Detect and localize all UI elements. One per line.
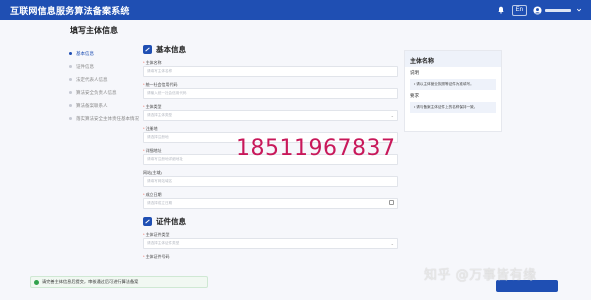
required-marker: *: [143, 82, 145, 87]
avatar-icon: [533, 5, 542, 15]
chevron-down-icon: [574, 6, 583, 15]
section-title: 证件信息: [156, 216, 186, 226]
establish-date-picker[interactable]: 请选择成立日期: [143, 198, 398, 209]
watermark: 知乎 @万事皆有缘: [424, 268, 537, 283]
entity-type-select[interactable]: 请选择主体类型 ⌄: [143, 110, 398, 121]
toast-text: 请完善主体信息后提交，审核通过后可进行算法备案: [42, 279, 139, 284]
field-label: 主体证件类型: [145, 232, 170, 237]
help-panel-header: 主体名称: [405, 51, 501, 67]
credit-code-input[interactable]: 请输入统一社会信用代码: [143, 88, 398, 99]
entity-name-input[interactable]: 请填写主体名称: [143, 66, 398, 77]
bullet-dot: [69, 91, 72, 94]
help-description-text: • 请以主体营业执照等证件为准填写。: [410, 79, 496, 90]
user-name-placeholder: [545, 8, 571, 12]
phone-number-overlay: 18511967837: [236, 136, 396, 161]
section-navigation: 基本信息 证件信息 法定代表人信息 算法安全负责人信息 算法备案联系人 落实算法…: [66, 47, 139, 125]
bullet-dot: [69, 65, 72, 68]
bullet-dot: [69, 117, 72, 120]
required-marker: *: [143, 232, 145, 237]
edit-icon: [143, 44, 152, 54]
section-title: 基本信息: [156, 44, 186, 54]
required-marker: *: [143, 60, 145, 65]
bullet-dot: [69, 78, 72, 81]
chevron-down-icon: ⌄: [390, 113, 394, 118]
notification-toast: 请完善主体信息后提交，审核通过后可进行算法备案: [30, 276, 208, 288]
topbar-actions: En: [497, 4, 583, 16]
help-description-label: 说明: [410, 70, 419, 75]
sidebar-item-basic-info[interactable]: 基本信息: [66, 47, 138, 60]
edit-icon: [143, 216, 152, 226]
field-credit-code: *统一社会信用代码 请输入统一社会信用代码: [143, 82, 398, 99]
sidebar-item-label: 算法备案联系人: [76, 102, 108, 108]
required-marker: *: [143, 104, 145, 109]
sidebar-item-legal-representative[interactable]: 法定代表人信息: [66, 73, 138, 86]
required-marker: *: [143, 192, 145, 197]
field-label: 统一社会信用代码: [145, 82, 178, 87]
input-placeholder: 请填写主体名称: [147, 69, 173, 73]
sidebar-item-label: 证件信息: [76, 63, 94, 69]
help-requirement-label: 要求: [410, 93, 419, 98]
chevron-down-icon: ⌄: [390, 241, 394, 246]
required-marker: *: [143, 148, 145, 153]
input-placeholder: 请填写网站域名: [147, 179, 173, 183]
help-panel: 主体名称 说明 • 请以主体营业执照等证件为准填写。 要求 • 请与备案主体证件…: [404, 50, 502, 132]
input-placeholder: 请填写注册地详细地址: [147, 157, 183, 161]
field-label: 主体证件号码: [145, 254, 170, 259]
sidebar-item-responsibility[interactable]: 落实算法安全主体责任基本情况: [66, 112, 139, 125]
app-title: 互联网信息服务算法备案系统: [10, 6, 130, 16]
input-placeholder: 请选择主体类型: [147, 113, 173, 117]
required-marker: *: [143, 254, 145, 259]
field-certificate-type: *主体证件类型 请选择主体证件类型 ⌄: [143, 232, 398, 249]
field-label: 主体名称: [145, 60, 162, 65]
sidebar-item-label: 法定代表人信息: [76, 76, 108, 82]
help-panel-title: 主体名称: [410, 59, 435, 65]
bullet-dot: [69, 104, 72, 107]
field-label: 注册地: [145, 126, 158, 131]
help-requirement-text: • 请与备案主体证件上的名称保持一致。: [410, 102, 496, 113]
input-placeholder: 请选择主体证件类型: [147, 241, 180, 245]
bullet-dot: [69, 52, 72, 55]
field-label: 主体类型: [145, 104, 162, 109]
page-title: 填写主体信息: [70, 26, 118, 35]
sidebar-item-label: 基本信息: [76, 50, 94, 56]
field-establish-date: *成立日期 请选择成立日期: [143, 192, 398, 209]
field-label: 网站(主域): [143, 170, 162, 175]
sidebar-item-label: 算法安全负责人信息: [76, 89, 117, 95]
field-certificate-number: *主体证件号码: [143, 254, 398, 260]
field-label: 详细地址: [145, 148, 162, 153]
website-domain-input[interactable]: 请填写网站域名: [143, 176, 398, 187]
bell-icon[interactable]: [497, 6, 506, 15]
sidebar-item-certificate-info[interactable]: 证件信息: [66, 60, 138, 73]
sidebar-item-security-officer[interactable]: 算法安全负责人信息: [66, 86, 138, 99]
input-placeholder: 请选择注册地: [147, 135, 169, 139]
language-switch-button[interactable]: En: [511, 4, 527, 16]
sidebar-item-label: 落实算法安全主体责任基本情况: [76, 115, 139, 121]
success-icon: [34, 279, 39, 285]
section-header-certificate-info: 证件信息: [143, 214, 398, 228]
field-entity-name: *主体名称 请填写主体名称: [143, 60, 398, 77]
field-label: 成立日期: [145, 192, 162, 197]
field-website-domain: 网站(主域) 请填写网站域名: [143, 170, 398, 187]
required-marker: *: [143, 126, 145, 131]
field-entity-type: *主体类型 请选择主体类型 ⌄: [143, 104, 398, 121]
input-placeholder: 请输入统一社会信用代码: [147, 91, 187, 95]
top-navigation-bar: 互联网信息服务算法备案系统 En: [0, 0, 591, 20]
section-header-basic-info: 基本信息: [143, 42, 398, 56]
sidebar-item-filing-contact[interactable]: 算法备案联系人: [66, 99, 138, 112]
certificate-type-select[interactable]: 请选择主体证件类型 ⌄: [143, 238, 398, 249]
input-placeholder: 请选择成立日期: [147, 201, 173, 205]
user-menu[interactable]: [533, 5, 583, 15]
calendar-icon: [389, 200, 394, 205]
